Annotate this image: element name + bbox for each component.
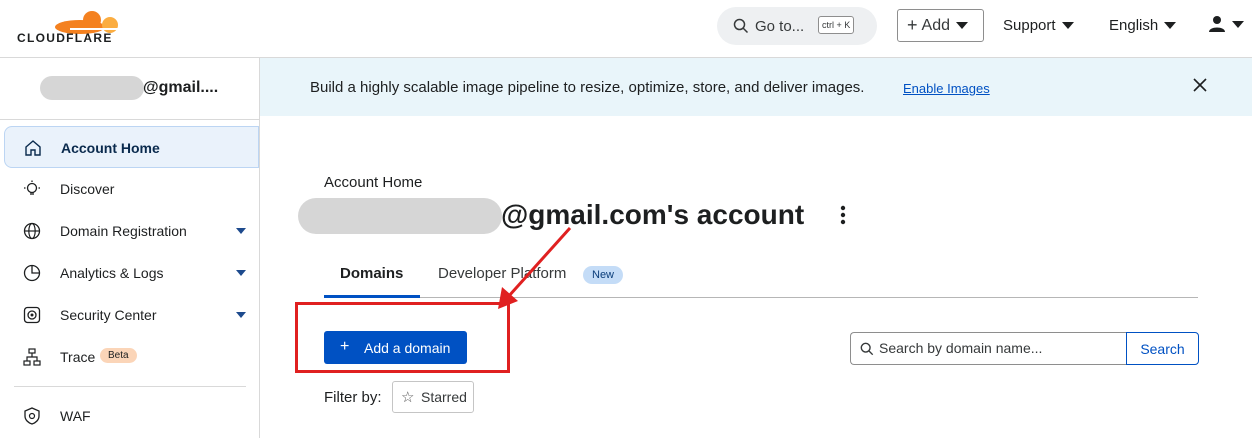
logo-wordmark: CLOUDFLARE: [17, 31, 113, 45]
enable-images-link[interactable]: Enable Images: [903, 81, 990, 96]
search-button[interactable]: Search: [1126, 332, 1199, 365]
chevron-down-icon: [236, 228, 246, 234]
highlight-box: [295, 302, 510, 373]
shield-gear-icon: [24, 407, 40, 425]
support-label: Support: [1003, 17, 1056, 34]
tabs-divider: [324, 297, 1198, 298]
chevron-down-icon: [1061, 22, 1074, 29]
sidebar-item-label: Security Center: [60, 307, 157, 323]
search-icon: [733, 18, 749, 34]
add-button[interactable]: + Add: [897, 9, 984, 42]
lightbulb-icon: [24, 180, 40, 195]
user-icon: [1209, 16, 1225, 32]
arrow-annotation: [498, 226, 572, 309]
chevron-down-icon: [236, 270, 246, 276]
sidebar-item-discover[interactable]: Discover: [4, 168, 259, 210]
language-label: English: [1109, 17, 1159, 34]
add-label: Add: [921, 16, 950, 34]
top-bar: CLOUDFLARE Go to... ctrl + K + Add Suppo…: [0, 0, 1252, 58]
goto-shortcut: ctrl + K: [818, 16, 855, 34]
beta-badge: Beta: [100, 348, 137, 363]
user-menu[interactable]: [1208, 15, 1244, 33]
close-icon[interactable]: [1192, 77, 1208, 93]
home-icon: [25, 140, 41, 156]
sidebar-item-label: Discover: [60, 181, 115, 197]
new-badge: New: [583, 266, 624, 284]
sidebar-item-label: Account Home: [61, 140, 160, 156]
security-icon: [23, 306, 41, 324]
sidebar-item-domain-registration[interactable]: Domain Registration: [4, 210, 259, 252]
account-name: @gmail....: [143, 79, 219, 96]
chevron-down-icon: [236, 312, 246, 318]
star-icon: ☆: [401, 389, 415, 406]
active-tab-indicator: [324, 295, 420, 298]
domain-search: [850, 332, 1127, 365]
sidebar-item-account-home[interactable]: Account Home: [4, 126, 259, 168]
tree-icon: [23, 348, 41, 366]
filter-label: Filter by:: [324, 389, 382, 406]
kebab-menu-icon[interactable]: [840, 205, 846, 225]
chevron-down-icon: [955, 22, 968, 29]
starred-filter-button[interactable]: ☆ Starred: [392, 381, 474, 413]
divider: [14, 386, 246, 387]
plus-icon: +: [907, 15, 918, 35]
globe-icon: [23, 222, 41, 240]
sidebar-item-security-center[interactable]: Security Center: [4, 294, 259, 336]
pie-chart-icon: [23, 264, 41, 282]
account-switcher[interactable]: @gmail....: [0, 58, 259, 118]
sidebar-item-waf[interactable]: WAF: [4, 395, 259, 437]
promo-banner: Build a highly scalable image pipeline t…: [260, 58, 1252, 116]
sidebar-item-label: Domain Registration: [60, 223, 187, 239]
redacted-email: [298, 198, 502, 234]
tab-domains[interactable]: Domains: [340, 265, 403, 282]
sidebar-item-label: Trace: [60, 349, 96, 365]
breadcrumb: Account Home: [324, 174, 423, 191]
redacted-email: [40, 76, 144, 100]
chevron-down-icon: [1164, 22, 1177, 29]
sidebar-item-label: WAF: [60, 408, 91, 424]
divider: [0, 119, 259, 120]
goto-label: Go to...: [755, 17, 805, 35]
sidebar-item-analytics-logs[interactable]: Analytics & Logs: [4, 252, 259, 294]
sidebar: @gmail.... Account Home Discover Domain …: [0, 58, 260, 438]
search-icon: [860, 342, 874, 356]
goto-search[interactable]: Go to... ctrl + K: [717, 7, 877, 45]
starred-label: Starred: [421, 389, 467, 405]
language-menu[interactable]: English: [1109, 17, 1177, 34]
sidebar-item-trace[interactable]: Trace Beta: [4, 336, 259, 378]
support-menu[interactable]: Support: [1003, 17, 1074, 34]
sidebar-item-label: Analytics & Logs: [60, 265, 164, 281]
chevron-down-icon: [1232, 20, 1244, 28]
search-input[interactable]: [879, 340, 1119, 356]
banner-text: Build a highly scalable image pipeline t…: [310, 79, 865, 96]
